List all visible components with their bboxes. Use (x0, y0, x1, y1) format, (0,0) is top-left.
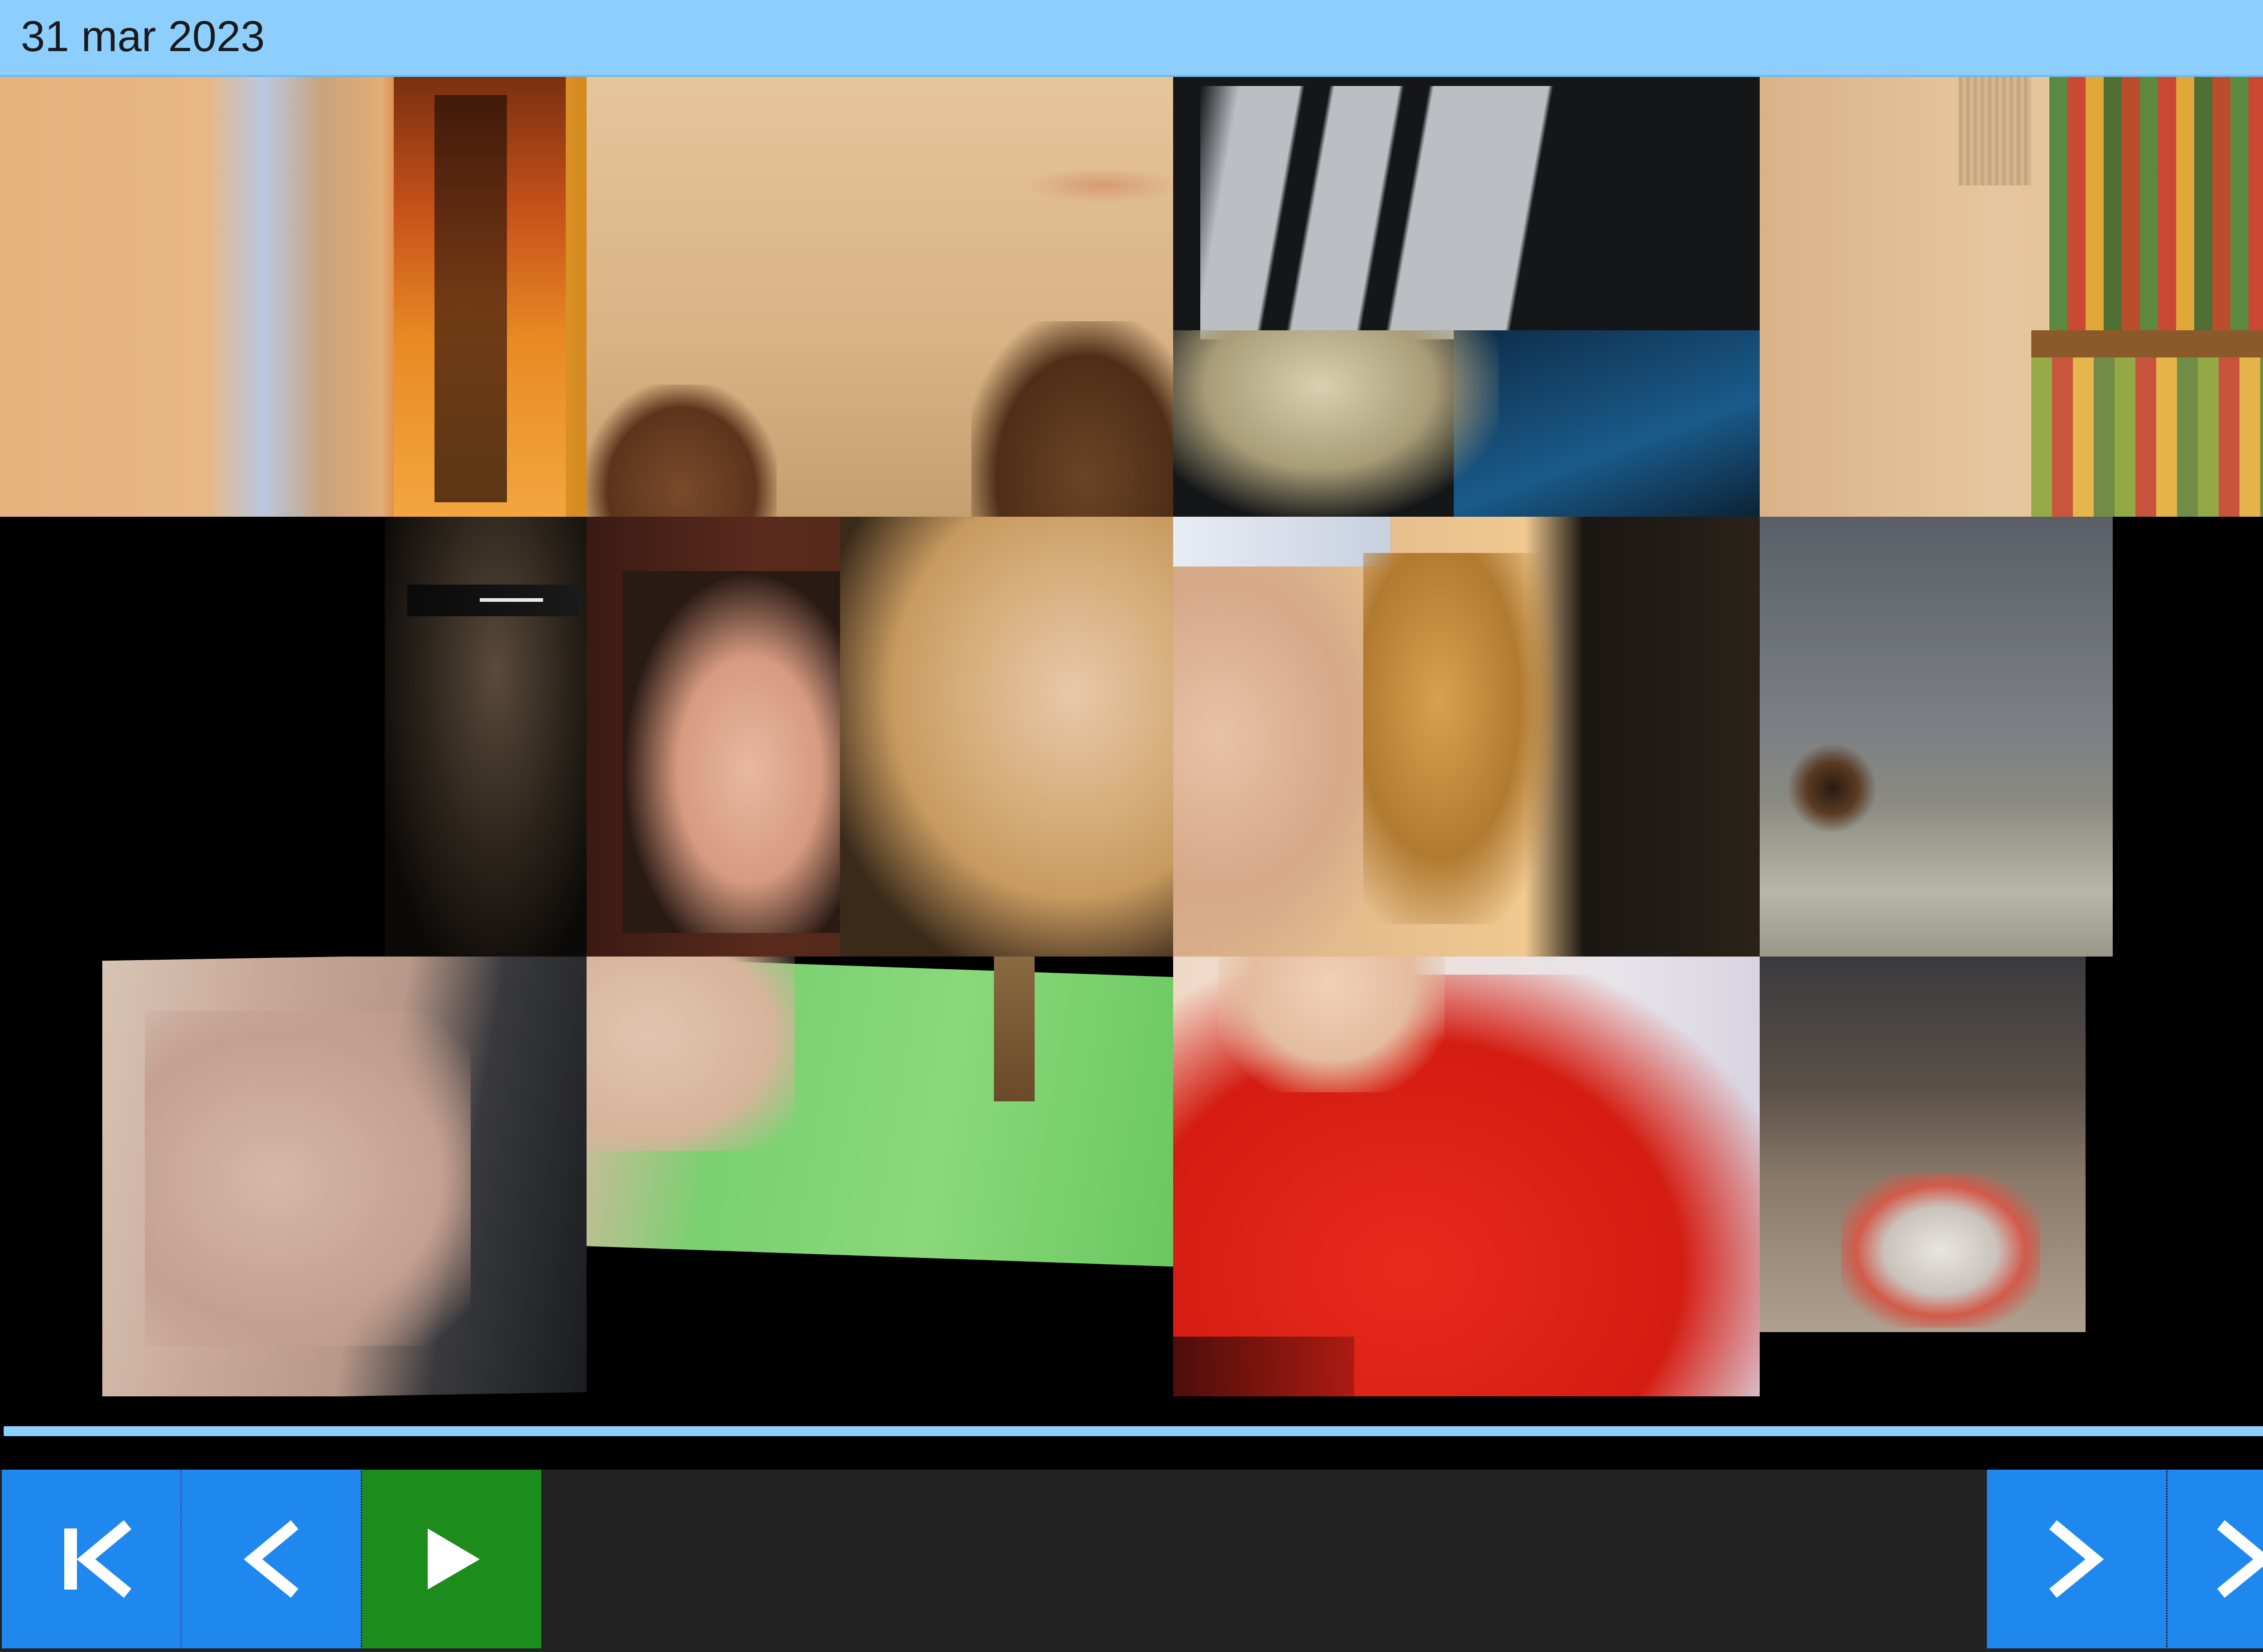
photo-tile-shelf[interactable] (1760, 77, 2263, 517)
photo-tile-red-shirt[interactable] (1173, 957, 1760, 1396)
playback-controls (0, 1470, 2263, 1652)
photo-tile-wall[interactable] (587, 77, 1173, 517)
photo-tile-selfie-couple[interactable] (587, 517, 1173, 957)
photo-tile-face[interactable] (1173, 517, 1760, 957)
previous-button[interactable] (181, 1470, 361, 1648)
chevron-right-icon (2049, 1520, 2104, 1598)
skip-to-start-icon (64, 1520, 132, 1598)
photo-mosaic (0, 77, 2263, 1396)
photo-tile-green-shirt[interactable] (587, 957, 1173, 1396)
date-label: 31 mar 2023 (21, 12, 265, 61)
skip-to-end-icon (2217, 1520, 2263, 1598)
play-button[interactable] (362, 1470, 541, 1648)
last-button[interactable] (2168, 1470, 2263, 1648)
chevron-left-icon (243, 1520, 299, 1598)
photo-slideshow-app: 31 mar 2023 (0, 0, 2263, 1652)
play-icon (428, 1528, 480, 1590)
photo-tile-cat[interactable] (1760, 517, 2263, 957)
progress-fill (4, 1426, 2263, 1436)
photo-tile-sunglasses[interactable] (0, 517, 587, 957)
header-bar: 31 mar 2023 (0, 0, 2263, 77)
photo-tile-arm[interactable] (0, 957, 587, 1396)
photo-tile-bag[interactable] (1760, 957, 2263, 1396)
next-button[interactable] (1987, 1470, 2166, 1648)
photo-tile-poster[interactable] (0, 77, 587, 517)
progress-bar[interactable] (0, 1421, 2263, 1439)
first-button[interactable] (2, 1470, 181, 1648)
photo-tile-flag[interactable] (1173, 77, 1760, 517)
